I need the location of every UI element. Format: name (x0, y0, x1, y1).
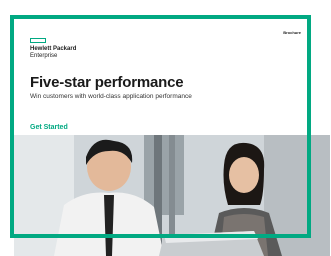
hpe-logo-text: Hewlett Packard Enterprise (30, 46, 76, 59)
page-title: Five-star performance (30, 74, 184, 91)
hero-photo-illustration (14, 135, 330, 256)
logo-line-2: Enterprise (30, 52, 58, 59)
hpe-logo: Hewlett Packard Enterprise (30, 38, 76, 59)
hpe-logo-mark-icon (30, 38, 46, 43)
get-started-link[interactable]: Get Started (30, 124, 68, 131)
brochure-label: Brochure (283, 30, 301, 35)
logo-line-1: Hewlett Packard (30, 46, 77, 52)
hero-photo (14, 135, 330, 256)
brochure-cover: Brochure Hewlett Packard Enterprise Five… (0, 0, 331, 256)
page-subtitle: Win customers with world-class applicati… (30, 93, 192, 100)
